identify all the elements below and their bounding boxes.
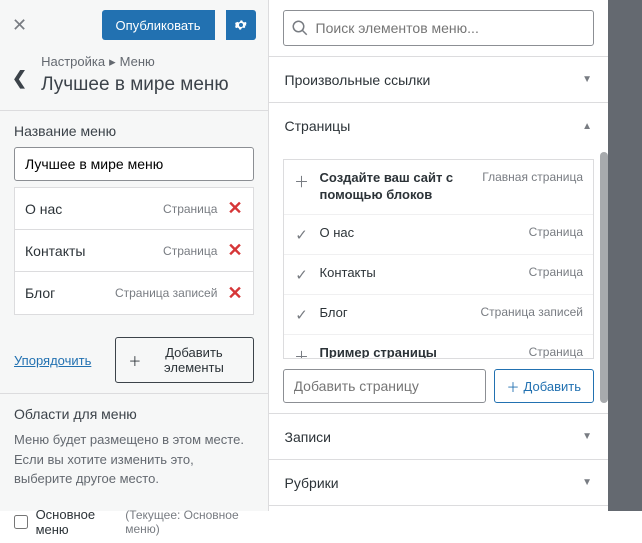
add-page-row: ＋ Добавить: [283, 369, 594, 403]
page-item-name: О нас: [320, 225, 519, 242]
menu-actions: Упорядочить ＋ Добавить элементы: [0, 327, 268, 393]
page-item-name: Пример страницы: [320, 345, 519, 359]
areas-title: Области для меню: [14, 406, 254, 422]
menu-areas-section: Области для меню Меню будет размещено в …: [0, 393, 268, 501]
chevron-down-icon: ▼: [582, 74, 592, 85]
page-item-type: Главная страница: [482, 170, 583, 184]
page-title: Лучшее в мире меню: [41, 74, 229, 96]
plus-icon: ＋: [294, 170, 310, 192]
search-section: [269, 0, 608, 56]
plus-icon: ＋: [507, 377, 520, 396]
customizer-panel: ✕ Опубликовать ❮ Настройка▸Меню Лучшее в…: [0, 0, 269, 511]
check-icon: ✓: [294, 305, 310, 324]
menu-name-section: Название меню О нас Страница ✕ Контакты …: [0, 110, 268, 327]
publish-button[interactable]: Опубликовать: [102, 10, 215, 40]
publish-settings-button[interactable]: [226, 10, 256, 40]
back-icon[interactable]: ❮: [12, 54, 27, 89]
remove-icon[interactable]: ✕: [227, 283, 242, 304]
available-items-panel: Произвольные ссылки ▼ Страницы ▲ ＋ Созда…: [269, 0, 608, 511]
accordion-categories[interactable]: Рубрики ▼: [269, 460, 608, 506]
breadcrumb-root[interactable]: Настройка: [41, 54, 105, 69]
page-item[interactable]: ＋ Создайте ваш сайт с помощью блоков Гла…: [284, 160, 593, 215]
menu-area-checkbox[interactable]: [14, 514, 28, 530]
chevron-up-icon: ▲: [582, 121, 592, 132]
menu-item-type: Страница записей: [115, 286, 217, 300]
page-item-type: Страница: [529, 345, 583, 359]
page-item-type: Страница: [529, 265, 583, 279]
menu-name-input[interactable]: [14, 147, 254, 181]
menu-area-option[interactable]: Основное меню (Текущее: Основное меню): [0, 501, 268, 543]
page-item-name: Блог: [320, 305, 471, 322]
menu-items-list: О нас Страница ✕ Контакты Страница ✕ Бло…: [14, 187, 254, 315]
add-page-input[interactable]: [283, 369, 486, 403]
add-elements-label: Добавить элементы: [147, 345, 240, 375]
gear-icon: [233, 17, 249, 33]
menu-item[interactable]: Контакты Страница ✕: [15, 230, 253, 272]
menu-item[interactable]: О нас Страница ✕: [15, 188, 253, 230]
plus-icon: ＋: [294, 345, 310, 359]
page-item-type: Страница: [529, 225, 583, 239]
menu-item-type: Страница: [163, 244, 217, 258]
areas-description: Меню будет размещено в этом месте. Если …: [14, 430, 254, 489]
add-page-label: Добавить: [524, 379, 581, 394]
page-item-name: Контакты: [320, 265, 519, 282]
pages-list: ＋ Создайте ваш сайт с помощью блоков Гла…: [283, 159, 594, 359]
breadcrumb-row: ❮ Настройка▸Меню Лучшее в мире меню: [0, 50, 268, 110]
chevron-down-icon: ▼: [582, 431, 592, 442]
page-item[interactable]: ✓ Блог Страница записей: [284, 295, 593, 335]
page-item[interactable]: ＋ Пример страницы Страница: [284, 335, 593, 359]
page-item[interactable]: ✓ Контакты Страница: [284, 255, 593, 295]
remove-icon[interactable]: ✕: [227, 240, 242, 261]
page-item-name: Создайте ваш сайт с помощью блоков: [320, 170, 473, 204]
check-icon: ✓: [294, 225, 310, 244]
chevron-down-icon: ▼: [582, 477, 592, 488]
breadcrumb-current: Меню: [120, 54, 155, 69]
menu-item-name: О нас: [25, 201, 163, 217]
preview-strip: [608, 0, 642, 511]
menu-item-name: Контакты: [25, 243, 163, 259]
menu-item-type: Страница: [163, 202, 217, 216]
menu-item-name: Блог: [25, 285, 115, 301]
remove-icon[interactable]: ✕: [227, 198, 242, 219]
panel-header: ✕ Опубликовать: [0, 0, 268, 50]
check-icon: ✓: [294, 265, 310, 284]
page-item[interactable]: ✓ О нас Страница: [284, 215, 593, 255]
add-page-button[interactable]: ＋ Добавить: [494, 369, 594, 403]
accordion: Произвольные ссылки ▼ Страницы ▲ ＋ Созда…: [269, 56, 608, 506]
page-item-type: Страница записей: [481, 305, 583, 319]
menu-name-label: Название меню: [14, 123, 254, 139]
accordion-label: Записи: [285, 429, 583, 445]
accordion-label: Рубрики: [285, 475, 583, 491]
accordion-pages[interactable]: Страницы ▲: [269, 103, 608, 149]
search-icon: [291, 19, 309, 37]
breadcrumb: Настройка▸Меню: [41, 54, 229, 70]
menu-item[interactable]: Блог Страница записей ✕: [15, 272, 253, 314]
accordion-label: Произвольные ссылки: [285, 72, 583, 88]
scrollbar[interactable]: [600, 152, 608, 403]
menu-area-sublabel: (Текущее: Основное меню): [125, 508, 253, 536]
accordion-custom-links[interactable]: Произвольные ссылки ▼: [269, 57, 608, 103]
accordion-posts[interactable]: Записи ▼: [269, 414, 608, 460]
plus-icon: ＋: [128, 351, 141, 370]
accordion-label: Страницы: [285, 118, 583, 134]
search-input[interactable]: [283, 10, 594, 46]
pages-body: ＋ Создайте ваш сайт с помощью блоков Гла…: [269, 149, 608, 414]
add-elements-button[interactable]: ＋ Добавить элементы: [115, 337, 253, 383]
reorder-link[interactable]: Упорядочить: [14, 353, 91, 368]
close-icon[interactable]: ✕: [12, 15, 27, 36]
menu-area-label: Основное меню: [36, 507, 118, 537]
